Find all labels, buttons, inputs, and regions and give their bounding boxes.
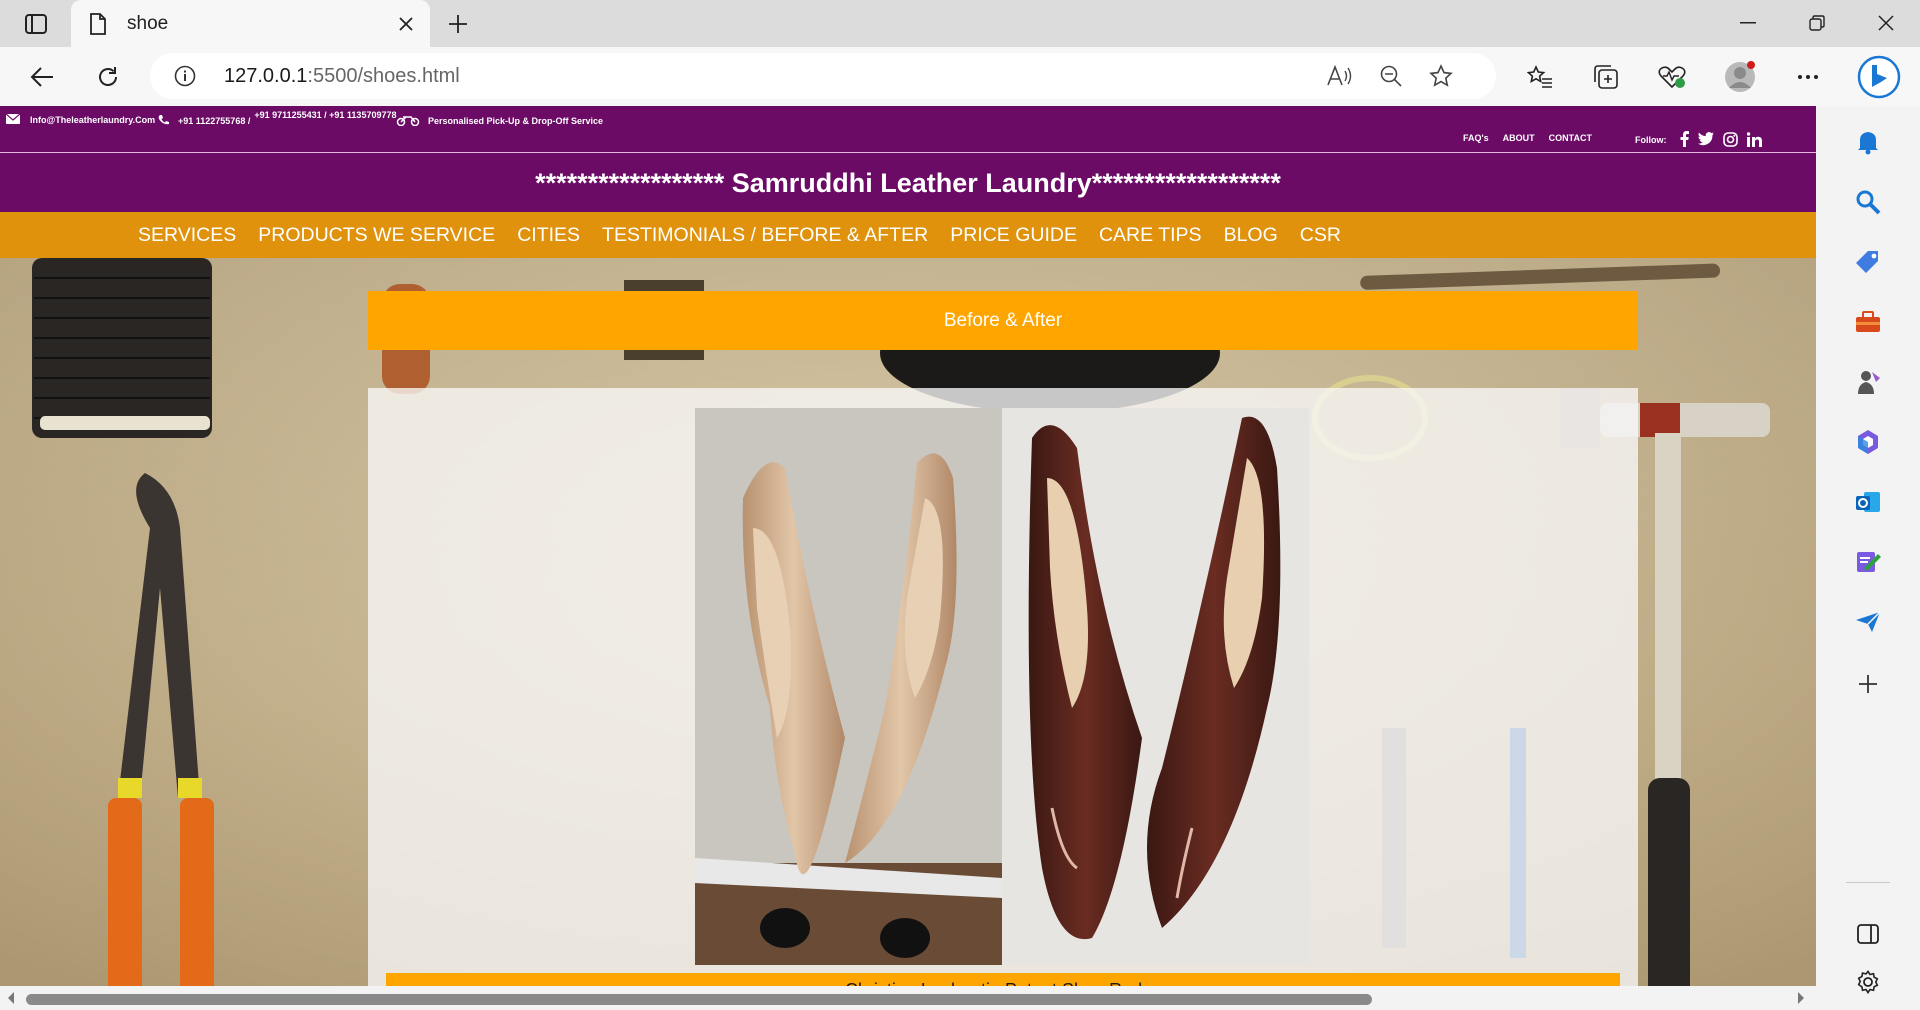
before-photo	[695, 408, 1002, 965]
before-after-gallery: Christian Louboutin Patent Shoe Redye	[368, 388, 1638, 1010]
site-title: ****************** Samruddhi Leather Lau…	[535, 168, 1281, 198]
tab-actions-icon[interactable]	[18, 10, 54, 38]
phone-contact[interactable]: +91 1122755768 / +91 9711255431 / +91 11…	[158, 110, 396, 128]
instagram-icon[interactable]	[1722, 131, 1738, 149]
scroll-right-icon[interactable]	[1796, 991, 1806, 1010]
top-links: FAQ's ABOUT CONTACT	[1463, 133, 1592, 143]
main-nav: SERVICES PRODUCTS WE SERVICE CITIES TEST…	[0, 212, 1816, 258]
close-window-icon[interactable]	[1866, 8, 1906, 38]
nav-cities[interactable]: CITIES	[517, 224, 580, 247]
email-text: Info@Theleatherlaundry.Com	[30, 115, 156, 125]
url-host: 127.0.0.1	[224, 65, 308, 87]
shopping-tag-icon[interactable]	[1848, 244, 1888, 280]
about-link[interactable]: ABOUT	[1503, 133, 1535, 143]
envelope-icon	[5, 113, 21, 126]
restore-icon[interactable]	[1797, 8, 1837, 38]
horizontal-scrollbar[interactable]	[0, 986, 1816, 1010]
linkedin-icon[interactable]	[1746, 131, 1762, 149]
phone-text-1: +91 1122755768 /	[178, 116, 251, 126]
tools-icon[interactable]	[1848, 304, 1888, 340]
send-icon[interactable]	[1848, 604, 1888, 640]
notifications-icon[interactable]	[1848, 124, 1888, 160]
nav-price-guide[interactable]: PRICE GUIDE	[950, 224, 1077, 247]
address-bar[interactable]: 127.0.0.1:5500/shoes.html	[150, 53, 1496, 99]
faq-link[interactable]: FAQ's	[1463, 133, 1489, 143]
settings-gear-icon[interactable]	[1848, 964, 1888, 1000]
sidebar-divider	[1846, 882, 1890, 883]
zoom-out-icon[interactable]	[1374, 60, 1408, 92]
games-icon[interactable]	[1848, 364, 1888, 400]
active-tab[interactable]: shoe	[71, 0, 430, 48]
close-tab-icon[interactable]	[393, 11, 419, 37]
microsoft-365-icon[interactable]	[1848, 424, 1888, 460]
site-info-icon[interactable]	[174, 65, 196, 92]
site-topbar: Info@Theleatherlaundry.Com +91 112275576…	[0, 106, 1816, 212]
bing-copilot-icon[interactable]	[1854, 52, 1904, 102]
more-options-icon[interactable]	[1788, 57, 1828, 97]
nav-services[interactable]: SERVICES	[138, 224, 236, 247]
profile-avatar[interactable]	[1720, 57, 1760, 97]
nav-csr[interactable]: CSR	[1300, 224, 1341, 247]
url-text[interactable]: 127.0.0.1:5500/shoes.html	[224, 65, 460, 88]
back-icon[interactable]	[22, 57, 62, 97]
nav-products[interactable]: PRODUCTS WE SERVICE	[258, 224, 495, 247]
motorcycle-icon	[396, 114, 420, 128]
favorite-star-icon[interactable]	[1424, 60, 1458, 92]
social-follow: Follow:	[1635, 131, 1762, 149]
title-divider	[0, 152, 1816, 153]
refresh-icon[interactable]	[88, 57, 128, 97]
page-icon	[89, 13, 107, 40]
outlook-icon[interactable]	[1848, 484, 1888, 520]
horizontal-scroll-thumb[interactable]	[26, 994, 1372, 1005]
contact-link[interactable]: CONTACT	[1549, 133, 1592, 143]
after-photo	[1002, 408, 1309, 965]
section-header: Before & After	[368, 291, 1638, 350]
url-path: :5500/shoes.html	[307, 65, 460, 87]
designer-icon[interactable]	[1848, 544, 1888, 580]
browser-essentials-icon[interactable]	[1652, 57, 1692, 97]
browser-toolbar: 127.0.0.1:5500/shoes.html	[0, 47, 1920, 106]
follow-label: Follow:	[1635, 135, 1667, 145]
before-after-photo	[695, 408, 1309, 965]
page-viewport: Info@Theleatherlaundry.Com +91 112275576…	[0, 106, 1816, 1010]
tab-title: shoe	[127, 13, 169, 34]
minimize-icon[interactable]	[1728, 8, 1768, 38]
split-screen-icon[interactable]	[1848, 916, 1888, 952]
email-contact[interactable]: Info@Theleatherlaundry.Com	[5, 113, 156, 126]
facebook-icon[interactable]	[1680, 131, 1689, 149]
phone-icon	[158, 114, 170, 128]
new-tab-icon[interactable]	[442, 9, 474, 39]
nav-care-tips[interactable]: CARE TIPS	[1099, 224, 1202, 247]
search-icon[interactable]	[1848, 184, 1888, 220]
pickup-text: Personalised Pick-Up & Drop-Off Service	[428, 116, 604, 126]
nav-blog[interactable]: BLOG	[1224, 224, 1278, 247]
scroll-left-icon[interactable]	[6, 991, 16, 1010]
pickup-service[interactable]: Personalised Pick-Up & Drop-Off Service	[396, 114, 603, 128]
edge-sidebar	[1816, 106, 1920, 1010]
favorites-icon[interactable]	[1520, 57, 1560, 97]
collections-icon[interactable]	[1586, 57, 1626, 97]
section-title: Before & After	[943, 309, 1063, 331]
twitter-icon[interactable]	[1697, 132, 1714, 148]
phone-text-2: +91 9711255431 / +91 1135709778	[254, 110, 397, 120]
add-icon[interactable]	[1848, 666, 1888, 702]
tab-bar: shoe	[0, 0, 1920, 48]
read-aloud-icon[interactable]	[1322, 60, 1356, 92]
nav-testimonials[interactable]: TESTIMONIALS / BEFORE & AFTER	[602, 224, 928, 247]
